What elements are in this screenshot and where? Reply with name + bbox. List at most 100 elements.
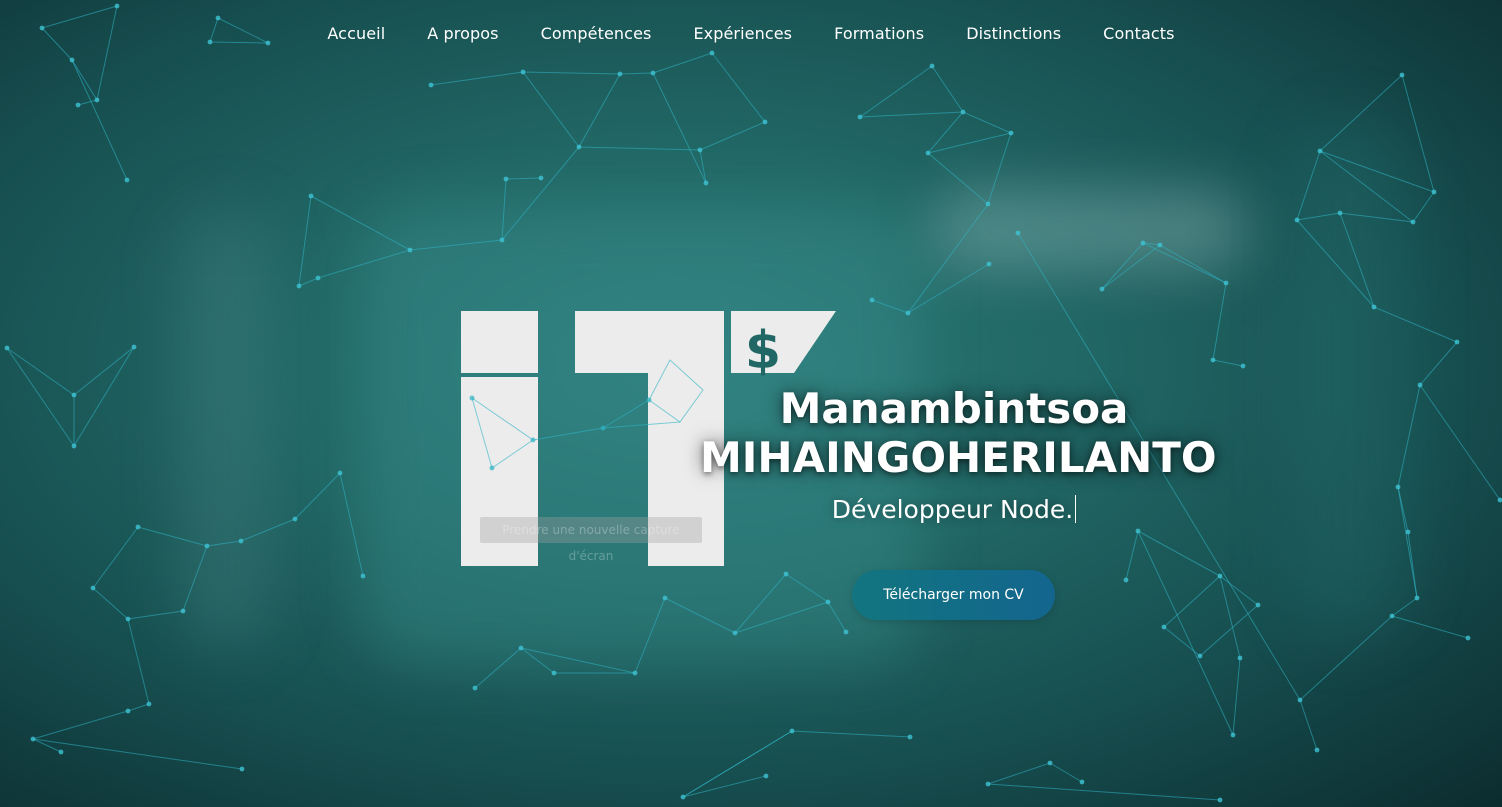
network-line <box>578 73 621 148</box>
network-node <box>1431 189 1437 195</box>
network-line <box>987 762 1051 785</box>
network-node <box>315 275 321 281</box>
network-node <box>125 708 131 714</box>
network-node <box>632 670 638 676</box>
network-node <box>1417 382 1423 388</box>
network-node <box>499 237 505 243</box>
hero-first-name: Manambintsoa <box>779 384 1129 433</box>
network-node <box>1140 240 1146 246</box>
network-node <box>551 670 557 676</box>
network-node <box>518 645 524 651</box>
network-line <box>1137 530 1221 577</box>
network-line <box>71 59 128 181</box>
network-node <box>1217 797 1223 803</box>
network-node <box>762 119 768 125</box>
network-line <box>927 132 1012 154</box>
network-line <box>1339 212 1375 308</box>
network-line <box>927 111 964 154</box>
network-line <box>987 132 1012 205</box>
network-line <box>474 647 522 689</box>
network-node <box>135 524 141 530</box>
network-node <box>69 57 75 63</box>
network-line <box>1419 384 1501 501</box>
network-node <box>825 599 831 605</box>
network-line <box>409 239 503 251</box>
network-line <box>294 472 341 520</box>
nav-item-a-propos[interactable]: A propos <box>406 22 519 45</box>
network-line <box>339 472 364 577</box>
network-node <box>503 176 509 182</box>
network-node <box>763 773 769 779</box>
nav-item-experiences[interactable]: Expériences <box>672 22 813 45</box>
network-line <box>1397 384 1421 488</box>
network-line <box>1391 615 1469 639</box>
network-line <box>127 703 150 712</box>
network-node <box>1210 357 1216 363</box>
network-node <box>124 177 130 183</box>
network-node <box>662 595 668 601</box>
network-line <box>1397 486 1418 599</box>
network-node <box>1255 602 1261 608</box>
network-node <box>1314 747 1320 753</box>
network-line <box>785 573 829 603</box>
network-node <box>986 261 992 267</box>
download-cv-button[interactable]: Télécharger mon CV <box>852 570 1055 620</box>
network-line <box>182 545 208 612</box>
network-line <box>501 146 580 241</box>
network-node <box>1161 624 1167 630</box>
network-node <box>697 147 703 153</box>
network-node <box>1135 528 1141 534</box>
network-node <box>1465 635 1471 641</box>
network-node <box>239 766 245 772</box>
network-node <box>407 247 413 253</box>
network-node <box>1371 304 1377 310</box>
nav-item-contacts[interactable]: Contacts <box>1082 22 1195 45</box>
network-node <box>905 310 911 316</box>
network-line <box>1101 244 1161 290</box>
nav-item-competences[interactable]: Compétences <box>520 22 673 45</box>
network-node <box>472 685 478 691</box>
network-line <box>711 52 766 123</box>
network-node <box>125 616 131 622</box>
network-node <box>843 629 849 635</box>
nav-item-accueil[interactable]: Accueil <box>306 22 406 45</box>
network-node <box>925 150 931 156</box>
network-line <box>664 597 736 634</box>
network-node <box>90 585 96 591</box>
network-line <box>1296 150 1321 221</box>
network-line <box>127 618 150 705</box>
network-line <box>505 177 542 180</box>
typing-cursor <box>1075 495 1077 523</box>
network-node <box>520 69 526 75</box>
network-line <box>1419 341 1458 386</box>
network-node <box>1317 148 1323 154</box>
network-node <box>1240 363 1246 369</box>
network-node <box>71 392 77 398</box>
network-line <box>1137 530 1234 736</box>
network-line <box>682 730 793 798</box>
network-node <box>114 3 120 9</box>
network-node <box>238 538 244 544</box>
network-line <box>699 149 707 184</box>
network-node <box>985 781 991 787</box>
network-line <box>522 71 621 75</box>
nav-item-distinctions[interactable]: Distinctions <box>945 22 1082 45</box>
network-node <box>857 114 863 120</box>
network-node <box>1230 732 1236 738</box>
network-line <box>430 71 524 86</box>
network-line <box>317 249 411 279</box>
network-line <box>77 99 98 106</box>
network-line <box>1159 244 1227 284</box>
nav-item-formations[interactable]: Formations <box>813 22 945 45</box>
network-line <box>1125 530 1139 581</box>
network-line <box>1296 219 1375 308</box>
network-node <box>1015 230 1021 236</box>
network-node <box>146 701 152 707</box>
network-line <box>871 299 909 314</box>
network-line <box>1319 74 1403 152</box>
network-line <box>240 518 296 542</box>
network-line <box>1319 150 1414 223</box>
network-line <box>1299 615 1393 701</box>
network-node <box>1414 595 1420 601</box>
network-line <box>92 526 139 589</box>
